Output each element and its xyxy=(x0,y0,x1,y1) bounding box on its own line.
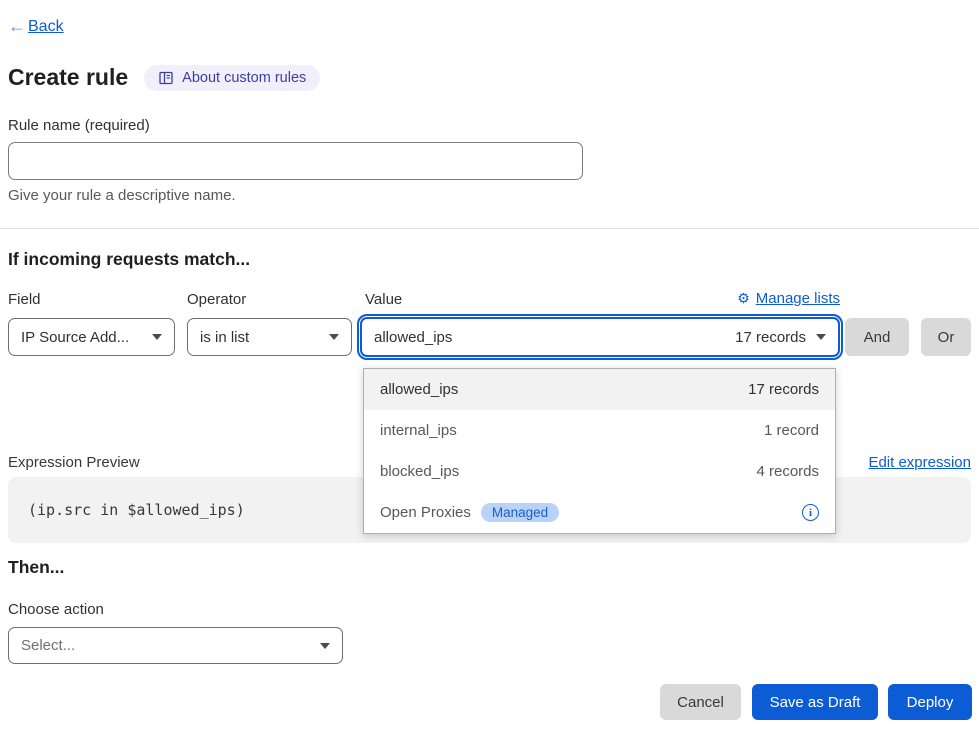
value-dropdown-menu: allowed_ips 17 records internal_ips 1 re… xyxy=(363,368,836,534)
book-icon xyxy=(158,70,174,86)
rule-name-label: Rule name (required) xyxy=(8,117,150,134)
list-records: 4 records xyxy=(756,463,819,480)
match-section-heading: If incoming requests match... xyxy=(8,249,250,270)
choose-action-label: Choose action xyxy=(8,601,104,618)
rule-name-input[interactable] xyxy=(8,142,583,180)
value-select-records: 17 records xyxy=(735,329,806,346)
cancel-button[interactable]: Cancel xyxy=(660,684,741,720)
list-records: 1 record xyxy=(764,422,819,439)
save-as-draft-button[interactable]: Save as Draft xyxy=(752,684,878,720)
operator-label: Operator xyxy=(187,291,246,308)
about-badge-label: About custom rules xyxy=(182,70,306,86)
manage-lists-label[interactable]: Manage lists xyxy=(756,290,840,307)
chevron-down-icon xyxy=(320,643,330,649)
gear-icon: ⚙ xyxy=(737,290,750,307)
operator-select[interactable]: is in list xyxy=(187,318,352,356)
then-section-heading: Then... xyxy=(8,557,64,578)
or-button[interactable]: Or xyxy=(921,318,971,356)
managed-badge: Managed xyxy=(481,503,559,522)
title-row: Create rule About custom rules xyxy=(8,64,320,91)
dropdown-item-blocked-ips[interactable]: blocked_ips 4 records xyxy=(364,451,835,492)
dropdown-item-open-proxies[interactable]: Open Proxies Managed i xyxy=(364,492,835,533)
back-arrow-icon: ← xyxy=(8,16,26,37)
value-select[interactable]: allowed_ips 17 records xyxy=(360,317,840,357)
deploy-button[interactable]: Deploy xyxy=(888,684,972,720)
list-name: blocked_ips xyxy=(380,463,459,480)
value-label: Value xyxy=(365,291,402,308)
back-link[interactable]: ←Back xyxy=(8,16,64,37)
create-rule-page: ←Back Create rule About custom rules Rul… xyxy=(0,0,979,739)
operator-select-value: is in list xyxy=(200,329,249,346)
list-name: internal_ips xyxy=(380,422,457,439)
field-select[interactable]: IP Source Add... xyxy=(8,318,175,356)
expression-code: (ip.src in $allowed_ips) xyxy=(28,501,245,519)
list-name: allowed_ips xyxy=(380,381,458,398)
info-icon[interactable]: i xyxy=(802,504,819,521)
chevron-down-icon xyxy=(816,334,826,340)
and-button[interactable]: And xyxy=(845,318,909,356)
action-select[interactable]: Select... xyxy=(8,627,343,664)
rule-name-helper-text: Give your rule a descriptive name. xyxy=(8,187,236,204)
expression-preview-label: Expression Preview xyxy=(8,454,140,471)
chevron-down-icon xyxy=(152,334,162,340)
dropdown-item-allowed-ips[interactable]: allowed_ips 17 records xyxy=(364,369,835,410)
edit-expression-link[interactable]: Edit expression xyxy=(868,454,971,471)
manage-lists-link[interactable]: ⚙ Manage lists xyxy=(737,290,840,307)
chevron-down-icon xyxy=(329,334,339,340)
section-divider xyxy=(0,228,979,229)
field-select-value: IP Source Add... xyxy=(21,329,129,346)
list-records: 17 records xyxy=(748,381,819,398)
action-select-placeholder: Select... xyxy=(21,637,75,654)
field-label: Field xyxy=(8,291,41,308)
dropdown-item-internal-ips[interactable]: internal_ips 1 record xyxy=(364,410,835,451)
value-select-value: allowed_ips xyxy=(374,329,452,346)
about-custom-rules-badge[interactable]: About custom rules xyxy=(144,65,320,91)
page-title: Create rule xyxy=(8,64,128,91)
list-name: Open Proxies xyxy=(380,504,471,521)
back-link-label[interactable]: Back xyxy=(28,18,64,36)
